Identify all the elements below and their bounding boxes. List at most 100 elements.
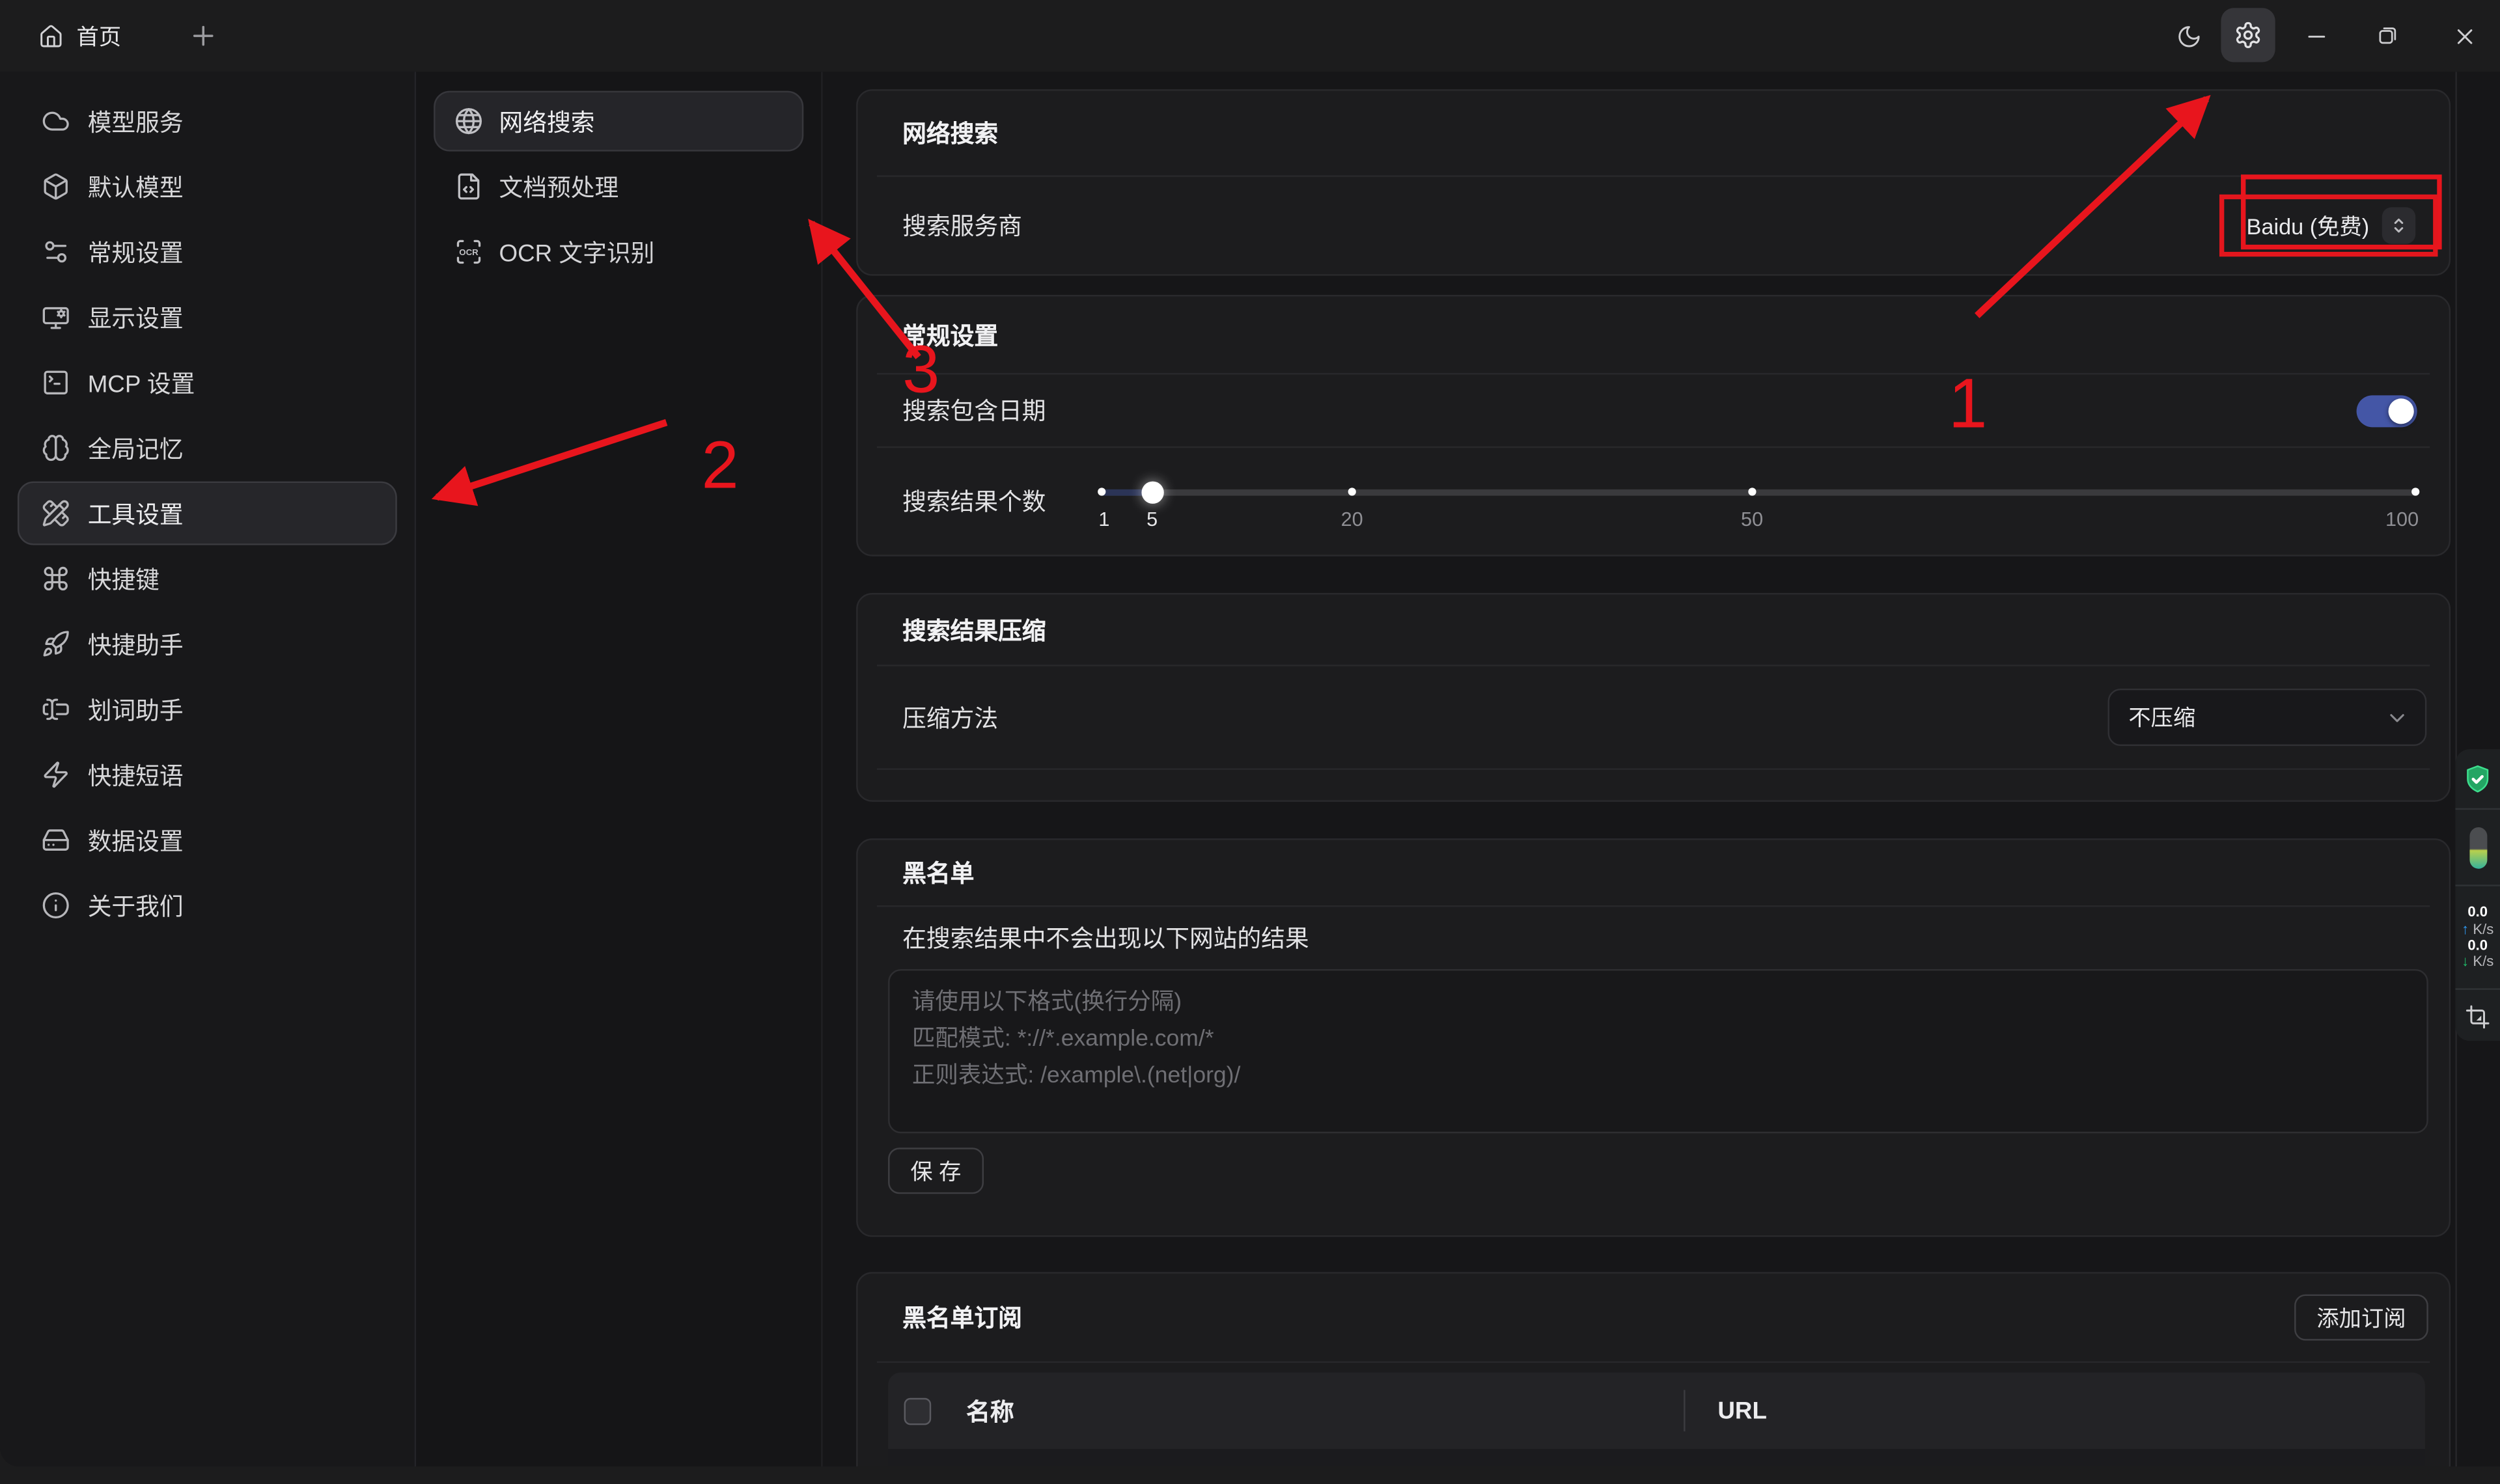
compression-method-label: 压缩方法	[902, 700, 998, 734]
compression-method-row: 压缩方法 不压缩	[858, 666, 2449, 769]
slider-track[interactable]	[1098, 489, 2419, 495]
select-all-checkbox[interactable]	[904, 1397, 932, 1425]
compression-method-value: 不压缩	[2128, 702, 2195, 734]
blacklist-subscription-card: 黑名单订阅 添加订阅 名称 URL	[856, 1272, 2451, 1466]
submenu-item-ocr[interactable]: OCR OCR 文字识别	[434, 221, 803, 282]
home-icon	[38, 23, 64, 49]
web-search-card: 网络搜索 搜索服务商 Baidu (免费)	[856, 89, 2451, 276]
section-title: 网络搜索	[902, 117, 998, 150]
save-button[interactable]: 保 存	[888, 1147, 984, 1194]
sidebar-item-default-models[interactable]: 默认模型	[18, 155, 397, 219]
info-icon	[42, 891, 70, 920]
search-provider-row: 搜索服务商 Baidu (免费)	[858, 177, 2449, 274]
sidebar-item-label: 划词助手	[88, 693, 184, 726]
ocr-scan-icon: OCR	[454, 238, 483, 266]
monitor-gear-icon	[42, 303, 70, 331]
blacklist-input[interactable]	[888, 969, 2428, 1133]
download-speed-value: 0.0	[2467, 937, 2488, 954]
shield-check-icon	[2462, 763, 2493, 795]
column-header-url: URL	[1717, 1397, 1766, 1425]
network-speed[interactable]: 0.0 ↑ K/s 0.0 ↓ K/s	[2462, 886, 2493, 989]
terminal-icon	[42, 368, 70, 397]
hard-drive-icon	[42, 826, 70, 855]
column-divider	[1684, 1390, 1686, 1432]
chevron-down-icon	[2385, 706, 2410, 730]
submenu-item-doc-preprocess[interactable]: 文档预处理	[434, 156, 803, 217]
close-button[interactable]	[2441, 13, 2487, 59]
compression-card: 搜索结果压缩 压缩方法 不压缩	[856, 593, 2451, 802]
submenu-item-web-search[interactable]: 网络搜索	[434, 91, 803, 152]
sidebar-item-selection-assistant[interactable]: 划词助手	[18, 678, 397, 741]
include-date-toggle[interactable]	[2357, 394, 2417, 426]
svg-text:OCR: OCR	[459, 247, 479, 257]
globe-icon	[454, 107, 483, 135]
restore-button[interactable]	[2365, 13, 2411, 59]
upload-speed-unit: ↑ K/s	[2462, 921, 2493, 937]
sidebar-item-mcp-settings[interactable]: MCP 设置	[18, 351, 397, 415]
search-provider-select[interactable]: Baidu (免费)	[2247, 207, 2416, 243]
minimize-icon	[2303, 23, 2329, 49]
theme-toggle-button[interactable]	[2165, 13, 2212, 59]
slider-tick-20: 20	[1341, 508, 1363, 530]
arrow-down-icon: ↓	[2462, 954, 2469, 969]
sidebar-item-general-settings[interactable]: 常规设置	[18, 220, 397, 284]
sidebar-item-label: MCP 设置	[88, 366, 195, 399]
slider-thumb[interactable]	[1141, 480, 1163, 502]
sidebar-item-label: 显示设置	[88, 301, 184, 334]
search-provider-value: Baidu (免费)	[2247, 210, 2370, 241]
settings-content: 模型服务 默认模型 常规设置 显示设置 MCP 设置 全局记忆	[0, 72, 2500, 1466]
sliders-icon	[42, 238, 70, 266]
general-settings-card: 常规设置 搜索包含日期 搜索结果个数	[856, 295, 2451, 556]
subscription-table-body	[888, 1449, 2425, 1466]
blacklist-description: 在搜索结果中不会出现以下网站的结果	[858, 907, 2449, 969]
annotation-red-box: Baidu (免费)	[2219, 195, 2438, 257]
sidebar-item-shortcuts[interactable]: 快捷键	[18, 547, 397, 611]
zap-icon	[42, 760, 70, 789]
battery-indicator[interactable]	[2469, 810, 2486, 885]
slider-tick-50: 50	[1741, 508, 1763, 530]
add-subscription-button[interactable]: 添加订阅	[2294, 1295, 2428, 1341]
sidebar-item-global-memory[interactable]: 全局记忆	[18, 416, 397, 480]
sidebar-item-label: 常规设置	[88, 235, 184, 268]
slider-tick-5: 5	[1146, 508, 1158, 530]
sidebar-item-tool-settings[interactable]: 工具设置	[18, 482, 397, 545]
tool-settings-submenu: 网络搜索 文档预处理 OCR OCR 文字识别	[416, 72, 822, 1466]
sidebar-item-label: 工具设置	[88, 497, 184, 530]
sidebar-item-display-settings[interactable]: 显示设置	[18, 285, 397, 349]
cloud-icon	[42, 107, 70, 135]
sidebar-item-data-settings[interactable]: 数据设置	[18, 808, 397, 872]
submenu-item-label: OCR 文字识别	[499, 235, 655, 268]
battery-icon	[2469, 827, 2486, 868]
divider	[877, 1361, 2430, 1362]
toggle-knob	[2389, 398, 2414, 423]
section-title: 搜索结果压缩	[902, 613, 1046, 646]
moon-icon	[2176, 23, 2201, 49]
select-handle	[2382, 207, 2415, 243]
sidebar-item-label: 数据设置	[88, 823, 184, 857]
settings-sidebar: 模型服务 默认模型 常规设置 显示设置 MCP 设置 全局记忆	[0, 72, 416, 1466]
sidebar-item-quick-assistant[interactable]: 快捷助手	[18, 612, 397, 676]
brain-icon	[42, 433, 70, 462]
sidebar-item-label: 模型服务	[88, 104, 184, 137]
blacklist-card: 黑名单 在搜索结果中不会出现以下网站的结果 保 存	[856, 838, 2451, 1237]
sidebar-item-model-services[interactable]: 模型服务	[18, 89, 397, 153]
slider-tick-1: 1	[1098, 508, 1109, 530]
subscription-table-header: 名称 URL	[888, 1373, 2425, 1450]
crop-icon	[2465, 1004, 2490, 1029]
subscription-table: 名称 URL	[888, 1373, 2425, 1466]
slider-dot	[1348, 488, 1356, 495]
tab-home[interactable]: 首页	[38, 0, 121, 72]
result-count-slider[interactable]: 1 5 20 50 100	[1098, 473, 2419, 530]
settings-button[interactable]	[2221, 8, 2275, 62]
minimize-button[interactable]	[2293, 13, 2339, 59]
sidebar-item-about[interactable]: 关于我们	[18, 873, 397, 937]
new-tab-plus-icon[interactable]	[188, 21, 219, 51]
column-header-name: 名称	[966, 1394, 1014, 1427]
slider-dot	[2411, 488, 2419, 495]
gear-icon	[2234, 21, 2262, 49]
compression-method-select[interactable]: 不压缩	[2108, 689, 2427, 746]
screenshot-tool[interactable]	[2465, 990, 2490, 1043]
rocket-icon	[42, 629, 70, 658]
security-status[interactable]	[2462, 749, 2493, 808]
sidebar-item-quick-phrases[interactable]: 快捷短语	[18, 743, 397, 806]
